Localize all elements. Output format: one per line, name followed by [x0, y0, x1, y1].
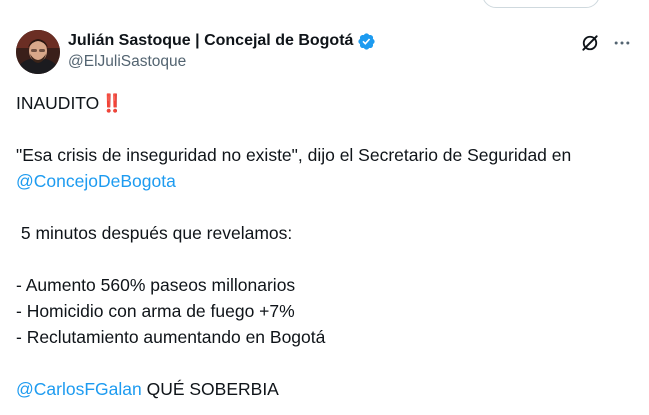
text-line-mention: @ConcejoDeBogota: [16, 168, 641, 194]
avatar[interactable]: [16, 30, 60, 74]
mention-link-concejo[interactable]: @ConcejoDeBogota: [16, 171, 176, 191]
tweet-actions: [579, 32, 633, 54]
text-line-quote: "Esa crisis de inseguridad no existe", d…: [16, 145, 572, 165]
author-display-name[interactable]: Julián Sastoque | Concejal de Bogotá: [68, 32, 353, 50]
bullet-item: - Reclutamiento aumentando en Bogotá: [16, 327, 326, 347]
text-line-revealed: 5 minutos después que revelamos:: [16, 223, 293, 243]
tweet-card: Julián Sastoque | Concejal de Bogotá @El…: [0, 0, 649, 415]
text-line-intro: INAUDITO ‼️: [16, 90, 641, 116]
mention-link-galan[interactable]: @CarlosFGalan: [16, 379, 142, 399]
avatar-image: [16, 30, 60, 74]
bullet-item: - Homicidio con arma de fuego +7%: [16, 301, 295, 321]
verified-badge-icon: [357, 32, 376, 51]
author-names: Julián Sastoque | Concejal de Bogotá @El…: [68, 30, 376, 71]
more-icon[interactable]: [611, 32, 633, 54]
bullet-item: - Aumento 560% paseos millonarios: [16, 275, 296, 295]
text-line-closing: @CarlosFGalan QUÉ SOBERBIA: [16, 376, 641, 402]
intro-text: INAUDITO: [16, 93, 100, 113]
double-exclamation-icon: ‼️: [101, 93, 123, 113]
author-handle[interactable]: @ElJuliSastoque: [68, 53, 376, 71]
top-button-partial[interactable]: [482, 0, 600, 8]
tweet-text: INAUDITO ‼️ "Esa crisis de inseguridad no…: [16, 90, 641, 402]
tweet-header: Julián Sastoque | Concejal de Bogotá @El…: [16, 30, 633, 76]
closing-text: QUÉ SOBERBIA: [141, 379, 279, 399]
grok-icon[interactable]: [579, 32, 601, 54]
